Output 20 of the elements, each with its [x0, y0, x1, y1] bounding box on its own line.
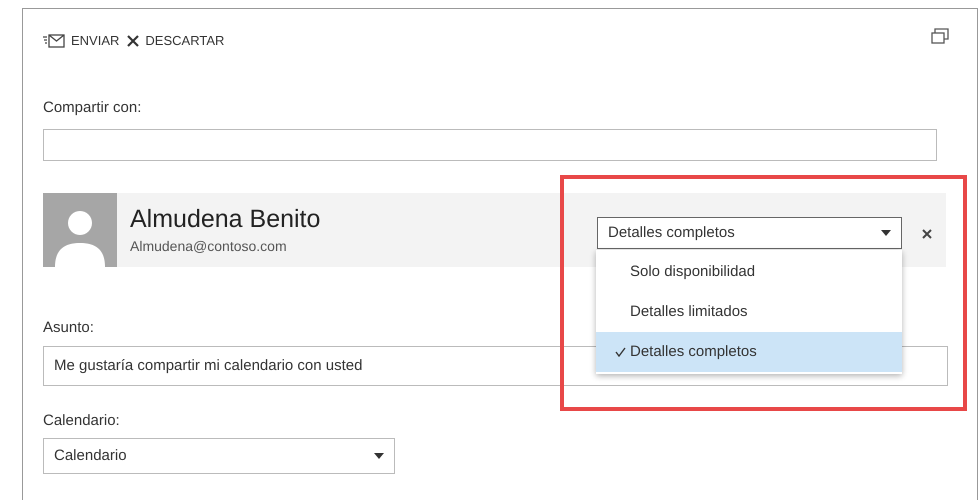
- menu-item[interactable]: Detalles completos: [596, 332, 902, 372]
- close-icon: [127, 34, 140, 47]
- field-label: Asunto:: [43, 318, 95, 338]
- toolbar-button[interactable]: DESCARTAR: [127, 31, 224, 50]
- calendar-dropdown[interactable]: Calendario: [43, 438, 395, 474]
- mail-icon: [43, 34, 65, 48]
- restore-window-icon[interactable]: [931, 28, 949, 44]
- recipient-email: Almudena@contoso.com: [130, 236, 288, 256]
- remove-icon[interactable]: [922, 229, 932, 239]
- field-label: Calendario:: [43, 410, 121, 430]
- toolbar-button[interactable]: ENVIAR: [43, 31, 120, 50]
- menu-item[interactable]: Detalles limitados: [596, 292, 902, 332]
- recipient-name: Almudena Benito: [130, 204, 320, 234]
- caret-icon: [881, 230, 891, 236]
- check-icon: [615, 347, 626, 357]
- caret-icon: [374, 453, 384, 459]
- permission-dropdown[interactable]: Detalles completos: [597, 217, 902, 249]
- menu-item[interactable]: Solo disponibilidad: [596, 252, 902, 292]
- field-label: Compartir con:: [43, 98, 142, 118]
- share-with-field[interactable]: [43, 129, 937, 161]
